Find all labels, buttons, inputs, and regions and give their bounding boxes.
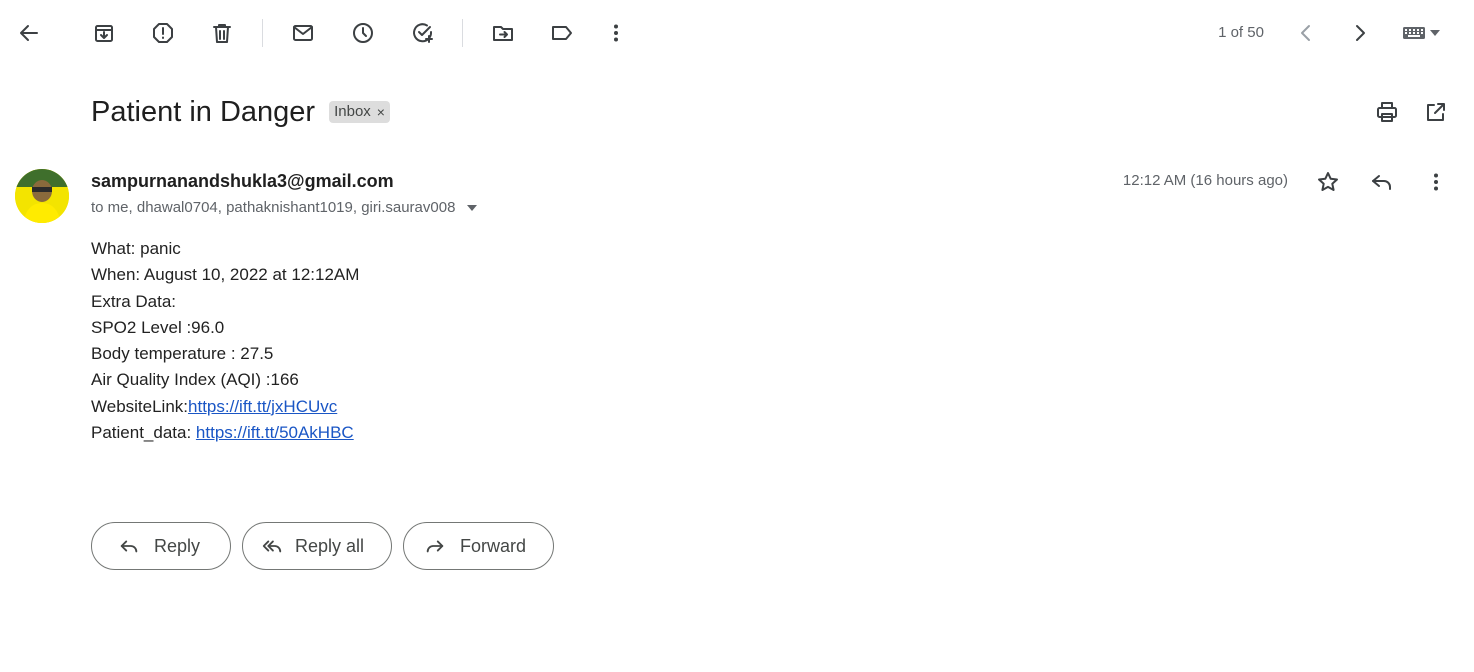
back-button[interactable] bbox=[9, 13, 49, 53]
input-tools-button[interactable] bbox=[1394, 13, 1448, 53]
email-timestamp: 12:12 AM (16 hours ago) bbox=[1122, 172, 1288, 189]
email-subject: Patient in Danger bbox=[91, 95, 316, 128]
mark-unread-icon bbox=[293, 25, 313, 41]
patient-prefix: Patient_data: bbox=[91, 423, 196, 443]
open-in-new-icon bbox=[1427, 103, 1445, 121]
older-button[interactable] bbox=[1340, 13, 1380, 53]
website-link[interactable]: https://ift.tt/jxHCUvc bbox=[188, 397, 337, 416]
report-spam-icon bbox=[153, 23, 173, 43]
print-icon bbox=[1377, 102, 1397, 122]
back-arrow-icon bbox=[20, 25, 38, 41]
subject-row: Patient in Danger Inbox × bbox=[91, 92, 390, 132]
body-line-website: WebsiteLink:https://ift.tt/jxHCUvc bbox=[91, 394, 359, 420]
reply-all-button[interactable]: Reply all bbox=[242, 522, 392, 570]
report-spam-button[interactable] bbox=[143, 13, 183, 53]
add-to-tasks-icon bbox=[413, 23, 433, 43]
body-line-when: When: August 10, 2022 at 12:12AM bbox=[91, 265, 360, 285]
avatar[interactable] bbox=[15, 169, 69, 223]
email-body: What: panic When: August 10, 2022 at 12:… bbox=[91, 236, 359, 446]
move-to-icon bbox=[493, 26, 513, 41]
delete-button[interactable] bbox=[202, 13, 242, 53]
website-prefix: WebsiteLink: bbox=[91, 396, 189, 416]
star-icon bbox=[1318, 172, 1338, 191]
label-chip-text: Inbox bbox=[334, 103, 371, 120]
chevron-left-icon bbox=[1301, 25, 1310, 41]
body-line-what: What: panic bbox=[91, 239, 181, 258]
reply-all-button-label: Reply all bbox=[295, 535, 365, 556]
reply-icon-button[interactable] bbox=[1362, 162, 1402, 202]
recipients-text: to me, dhawal0704, pathaknishant1019, gi… bbox=[91, 199, 456, 216]
snooze-icon bbox=[353, 23, 373, 43]
reply-button[interactable]: Reply bbox=[91, 522, 231, 570]
recipients-line: to me, dhawal0704, pathaknishant1019, gi… bbox=[91, 199, 478, 216]
more-vert-icon bbox=[614, 24, 618, 42]
reply-icon bbox=[120, 540, 138, 553]
print-all-button[interactable] bbox=[1367, 92, 1407, 132]
snooze-button[interactable] bbox=[343, 13, 383, 53]
keyboard-icon bbox=[1403, 27, 1425, 39]
add-to-tasks-button[interactable] bbox=[403, 13, 443, 53]
newer-button[interactable] bbox=[1286, 13, 1326, 53]
label-icon bbox=[552, 26, 572, 40]
forward-button[interactable]: Forward bbox=[403, 522, 554, 570]
reply-all-icon bbox=[262, 540, 282, 553]
more-options-button[interactable] bbox=[596, 13, 636, 53]
reply-icon bbox=[1372, 175, 1391, 190]
toolbar-divider bbox=[462, 19, 463, 47]
toolbar-divider bbox=[262, 19, 263, 47]
message-more-button[interactable] bbox=[1416, 162, 1456, 202]
patient-data-link[interactable]: https://ift.tt/50AkHBC bbox=[196, 423, 354, 442]
avatar-photo bbox=[15, 169, 69, 223]
move-to-button[interactable] bbox=[483, 13, 523, 53]
body-line-aqi: Air Quality Index (AQI) :166 bbox=[91, 370, 299, 390]
archive-icon bbox=[95, 25, 113, 42]
forward-button-label: Forward bbox=[460, 535, 527, 556]
chevron-down-icon bbox=[1430, 30, 1440, 36]
inbox-label-chip[interactable]: Inbox × bbox=[329, 101, 390, 123]
body-line-patient: Patient_data: https://ift.tt/50AkHBC bbox=[91, 420, 359, 446]
open-new-window-button[interactable] bbox=[1416, 92, 1456, 132]
show-details-icon[interactable] bbox=[467, 204, 478, 211]
chevron-right-icon bbox=[1356, 25, 1365, 41]
delete-icon bbox=[213, 24, 231, 43]
mark-unread-button[interactable] bbox=[283, 13, 323, 53]
remove-label-icon[interactable]: × bbox=[377, 104, 385, 120]
reply-button-label: Reply bbox=[154, 535, 201, 556]
body-line-spo2: SPO2 Level :96.0 bbox=[91, 317, 225, 337]
sender-email[interactable]: sampurnanandshukla3@gmail.com bbox=[91, 171, 394, 192]
toolbar: 1 of 50 bbox=[0, 0, 1474, 66]
archive-button[interactable] bbox=[84, 13, 124, 53]
body-line-extra: Extra Data: bbox=[91, 291, 177, 311]
forward-icon bbox=[426, 540, 444, 553]
label-button[interactable] bbox=[542, 13, 582, 53]
body-line-temperature: Body temperature : 27.5 bbox=[91, 344, 274, 364]
pager-count: 1 of 50 bbox=[1218, 24, 1264, 41]
star-button[interactable] bbox=[1308, 162, 1348, 202]
more-vert-icon bbox=[1434, 173, 1438, 191]
